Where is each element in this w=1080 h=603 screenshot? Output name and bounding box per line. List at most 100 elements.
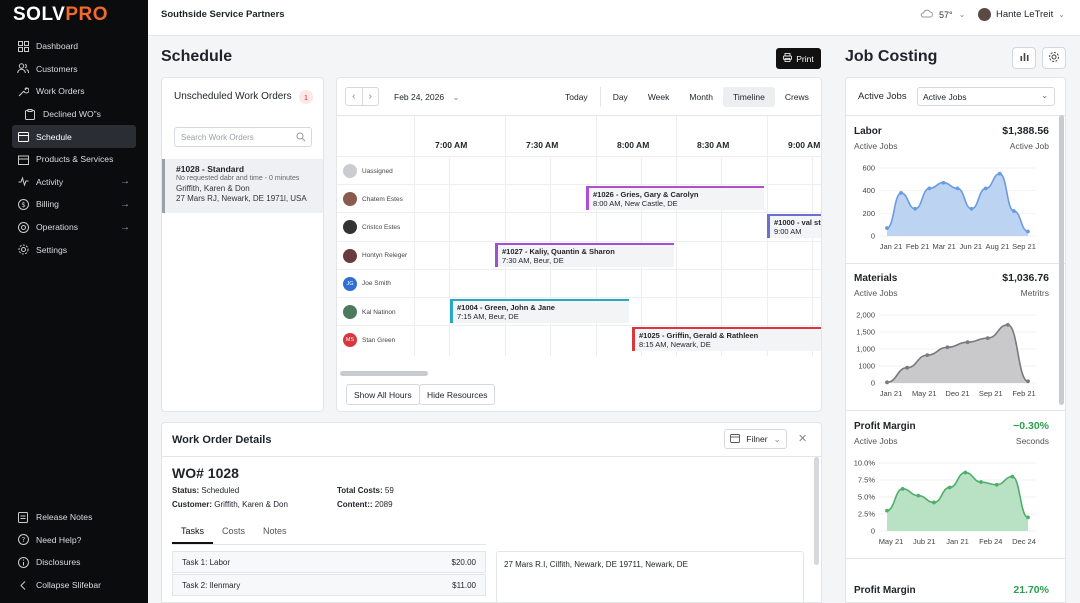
data-point[interactable] xyxy=(1026,515,1030,520)
help-icon: ? xyxy=(17,534,29,546)
data-point[interactable] xyxy=(963,470,968,475)
data-point[interactable] xyxy=(1005,322,1010,327)
resource-name: Kal Natinon xyxy=(362,308,396,316)
view-month[interactable]: Month xyxy=(679,87,723,107)
chevron-right-icon[interactable]: › xyxy=(363,88,379,105)
search-input[interactable]: Search Work Orders xyxy=(174,127,312,147)
chart-view-button[interactable] xyxy=(1012,47,1036,69)
data-point[interactable] xyxy=(900,486,905,491)
date-picker[interactable]: Feb 24, 2026 ⌄ xyxy=(394,92,460,103)
view-crews[interactable]: Crews xyxy=(775,87,819,107)
data-point[interactable] xyxy=(969,206,974,211)
x-tick-label: May 21 xyxy=(912,389,937,398)
data-point[interactable] xyxy=(885,226,889,230)
data-point[interactable] xyxy=(941,180,946,185)
sidebar-item-products-services[interactable]: Products & Services xyxy=(12,148,136,171)
sidebar-item-schedule[interactable]: Schedule xyxy=(12,125,136,148)
scheduled-job[interactable]: #1025 - Griffin, Gerald & Rathleen 8:15 A… xyxy=(632,327,821,352)
resource-row[interactable]: JG Joe Smith xyxy=(337,268,821,297)
data-point[interactable] xyxy=(1010,474,1015,479)
settings-button[interactable] xyxy=(1042,47,1066,69)
sidebar-item-customers[interactable]: Customers xyxy=(12,58,136,81)
resource: Chatem Estes xyxy=(343,185,403,213)
data-point[interactable] xyxy=(965,340,970,345)
sidebar-item-billing[interactable]: $ Billing → xyxy=(12,193,136,216)
data-point[interactable] xyxy=(947,485,952,490)
tab-costs[interactable]: Costs xyxy=(213,526,254,544)
sidebar-item-collapse-slifebar[interactable]: Collapse Slifebar xyxy=(12,574,136,597)
scheduled-job[interactable]: #1026 - Gries, Gary & Carolyn 8:00 AM, Ne… xyxy=(586,186,764,211)
sidebar-item-settings[interactable]: Settings xyxy=(12,238,136,261)
data-point[interactable] xyxy=(945,345,950,350)
hide-resources-button[interactable]: Hide Resources xyxy=(419,384,496,405)
show-all-hours-button[interactable]: Show All Hours xyxy=(346,384,420,405)
user-menu[interactable]: Hante LeTreit ⌄ xyxy=(978,8,1065,21)
close-icon[interactable]: ✕ xyxy=(798,432,807,445)
active-jobs-select[interactable]: Active Jobs ⌄ xyxy=(917,87,1055,106)
brand-logo[interactable]: SOLVPRO xyxy=(13,4,108,26)
sidebar-item-activity[interactable]: Activity → xyxy=(12,171,136,194)
view-timeline[interactable]: Timeline xyxy=(723,87,775,107)
data-point[interactable] xyxy=(997,171,1002,176)
data-point[interactable] xyxy=(1026,379,1030,384)
data-point[interactable] xyxy=(983,186,988,191)
customer-field: Customer: Griffith, Karen & Don xyxy=(172,500,288,509)
data-point[interactable] xyxy=(927,186,932,191)
list-item[interactable]: Task 1: Labor $20.00 xyxy=(172,551,486,573)
sidebar-item-operations[interactable]: Operations → xyxy=(12,216,136,239)
gear-icon xyxy=(1048,51,1060,66)
print-button[interactable]: Print xyxy=(776,48,821,69)
weather-widget[interactable]: 57° ⌄ xyxy=(920,9,965,20)
view-today[interactable]: Today xyxy=(555,87,598,107)
data-point[interactable] xyxy=(1026,229,1030,234)
data-point[interactable] xyxy=(885,508,889,513)
sidebar-item-need-help-[interactable]: ? Need Help? xyxy=(12,529,136,552)
company-name: Southside Service Partners xyxy=(161,9,285,20)
resource-row[interactable]: Uassigned xyxy=(337,156,821,184)
metric-title: Profit Margin xyxy=(854,421,916,432)
chevron-left-icon[interactable]: ‹ xyxy=(346,88,363,105)
view-day[interactable]: Day xyxy=(603,87,638,107)
data-point[interactable] xyxy=(905,365,910,370)
data-point[interactable] xyxy=(916,493,921,498)
scheduled-job[interactable]: #1004 - Green, John & Jane 7:15 AM, Beur,… xyxy=(450,299,629,323)
data-point[interactable] xyxy=(913,206,918,211)
data-point[interactable] xyxy=(925,353,930,358)
sidebar-item-work-orders[interactable]: Work Orders xyxy=(12,80,136,103)
scheduled-job[interactable]: #1027 - Kaliy, Quantin & Sharon 7:30 AM, … xyxy=(495,242,674,267)
divider xyxy=(846,558,1065,559)
job-costing-panel: Active Jobs Active Jobs ⌄ Labor $1,388.56… xyxy=(845,77,1066,603)
resource: Cristco Estes xyxy=(343,213,400,241)
x-tick-label: Sep 21 xyxy=(1012,242,1036,251)
data-point[interactable] xyxy=(955,186,960,191)
vertical-scrollbar[interactable] xyxy=(814,457,819,565)
date-pager: ‹ › xyxy=(345,87,379,106)
resource-name: Chatem Estes xyxy=(362,195,403,203)
sidebar-item-release-notes[interactable]: Release Notes xyxy=(12,506,136,529)
unscheduled-work-order[interactable]: #1028 - Standard No requested dabr and t… xyxy=(162,159,323,213)
data-point[interactable] xyxy=(985,336,990,341)
data-point[interactable] xyxy=(885,380,889,385)
sidebar-item-disclosures[interactable]: Disclosures xyxy=(12,551,136,574)
divider xyxy=(162,456,821,457)
data-point[interactable] xyxy=(899,191,903,195)
data-point[interactable] xyxy=(994,482,999,487)
horizontal-scrollbar[interactable] xyxy=(340,371,428,376)
sidebar-item-declined-wo-s[interactable]: Declined WO"s xyxy=(12,103,136,126)
wo-note: No requested dabr and time - 0 minutes xyxy=(176,175,300,182)
metric-title: Labor xyxy=(854,126,882,137)
work-order-number: WO# 1028 xyxy=(172,465,239,481)
data-point[interactable] xyxy=(979,480,983,484)
sidebar-item-dashboard[interactable]: Dashboard xyxy=(12,35,136,58)
list-item[interactable]: Task 2: Ilenmary $11.00 xyxy=(172,574,486,596)
tab-tasks[interactable]: Tasks xyxy=(172,526,214,544)
data-point[interactable] xyxy=(932,500,936,505)
vertical-scrollbar[interactable] xyxy=(1059,115,1064,405)
filter-dropdown[interactable]: Filner ⌄ xyxy=(724,429,787,449)
view-week[interactable]: Week xyxy=(638,87,680,107)
resource-row[interactable]: Cristco Estes xyxy=(337,212,821,241)
scheduled-job[interactable]: #1000 - val str 9:00 AM xyxy=(767,214,821,239)
sidebar-item-label: Collapse Slifebar xyxy=(36,580,101,591)
data-point[interactable] xyxy=(1012,209,1016,213)
tab-notes[interactable]: Notes xyxy=(254,526,296,544)
